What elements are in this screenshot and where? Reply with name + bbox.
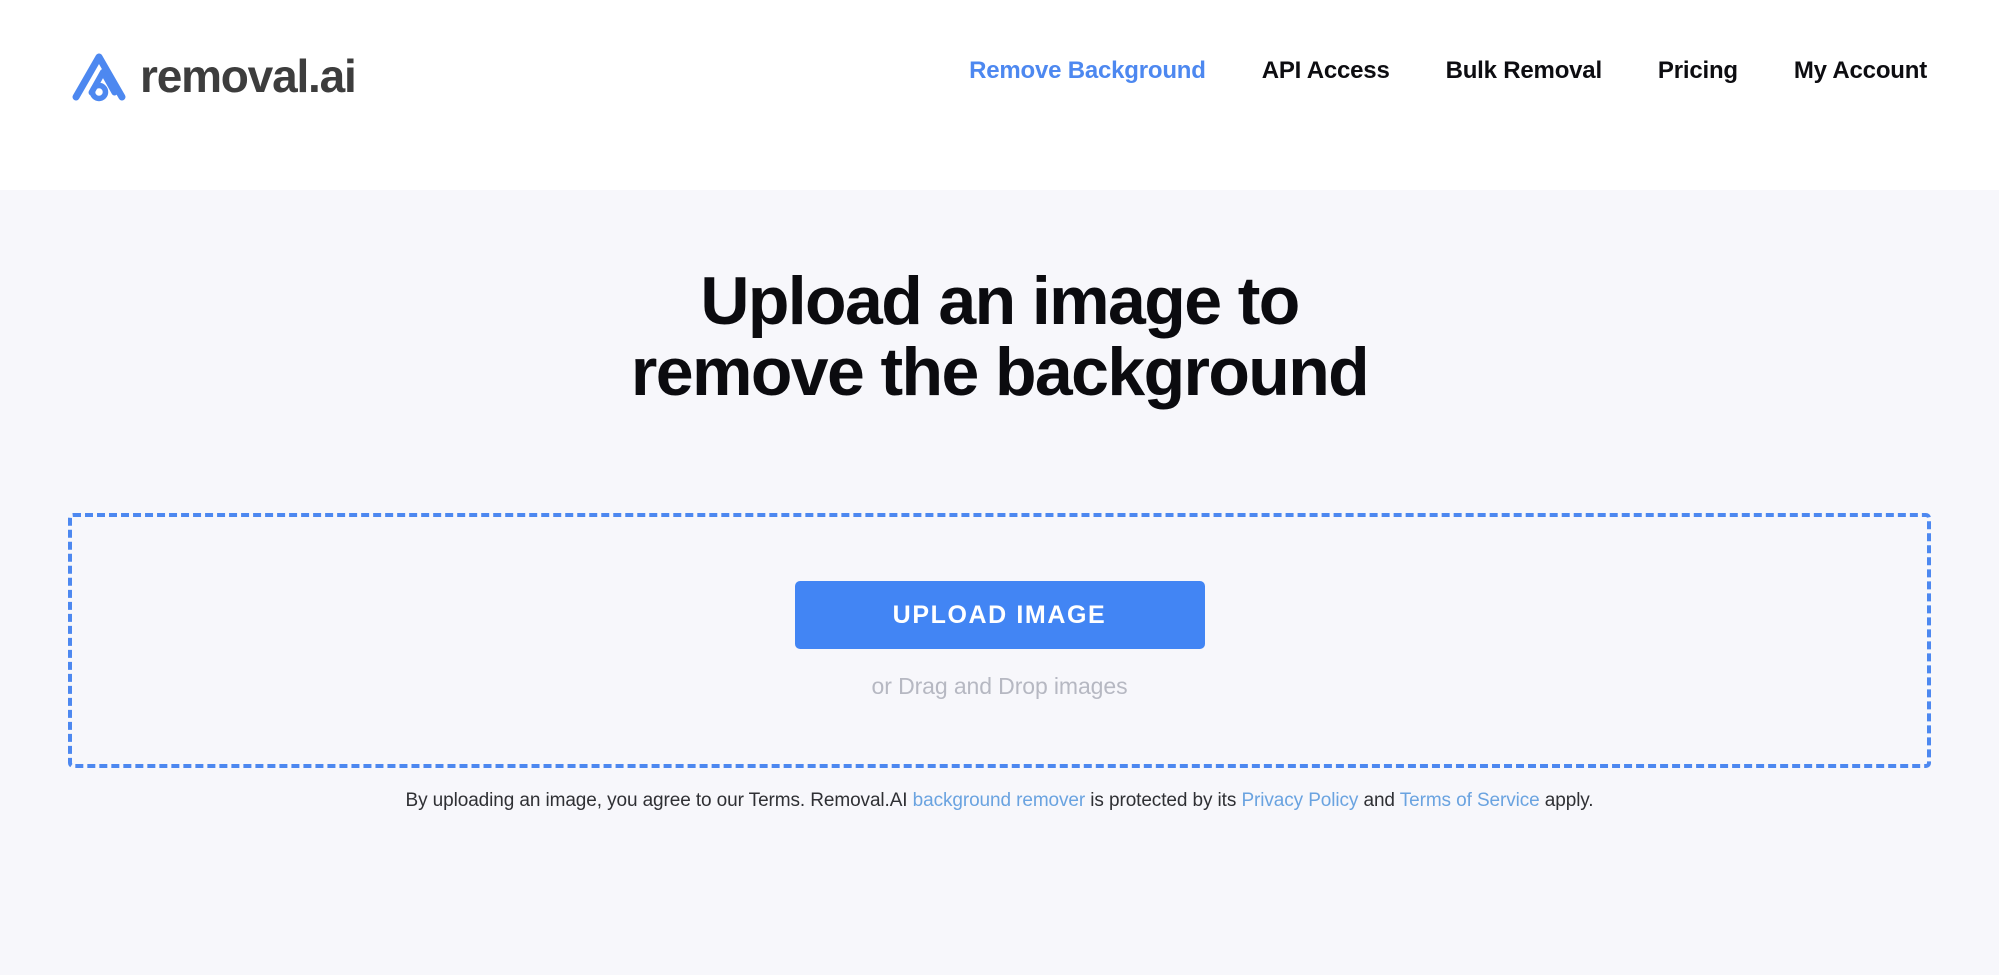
nav-item-pricing[interactable]: Pricing bbox=[1658, 57, 1738, 85]
brand-logo[interactable]: removal.ai bbox=[68, 45, 357, 107]
disclaimer-text-3: and bbox=[1358, 790, 1400, 812]
main-navigation: Remove Background API Access Bulk Remova… bbox=[969, 57, 1927, 85]
link-background-remover[interactable]: background remover bbox=[913, 790, 1086, 811]
nav-item-bulk-removal[interactable]: Bulk Removal bbox=[1446, 57, 1603, 85]
nav-item-remove-background[interactable]: Remove Background bbox=[969, 57, 1206, 85]
dropzone-hint-text: or Drag and Drop images bbox=[871, 673, 1128, 700]
nav-item-api-access[interactable]: API Access bbox=[1262, 57, 1390, 85]
removal-ai-triangle-logo-icon bbox=[72, 53, 126, 102]
link-privacy-policy[interactable]: Privacy Policy bbox=[1241, 790, 1358, 811]
page-title: Upload an image to remove the background bbox=[68, 190, 1931, 407]
brand-wordmark: removal.ai bbox=[140, 50, 357, 102]
hero-section: Upload an image to remove the background… bbox=[0, 190, 1999, 975]
image-dropzone[interactable]: UPLOAD IMAGE or Drag and Drop images bbox=[68, 513, 1931, 769]
disclaimer-text-1: By uploading an image, you agree to our … bbox=[405, 790, 913, 812]
upload-image-button[interactable]: UPLOAD IMAGE bbox=[794, 581, 1205, 650]
site-header: removal.ai Remove Background API Access … bbox=[0, 0, 1999, 190]
link-terms-of-service[interactable]: Terms of Service bbox=[1400, 790, 1540, 811]
page-title-line-2: remove the background bbox=[630, 333, 1370, 410]
nav-item-my-account[interactable]: My Account bbox=[1794, 57, 1927, 85]
page-title-line-1: Upload an image to bbox=[700, 263, 1300, 339]
upload-disclaimer: By uploading an image, you agree to our … bbox=[68, 790, 1931, 812]
disclaimer-text-2: is protected by its bbox=[1085, 790, 1242, 812]
disclaimer-text-4: apply. bbox=[1539, 790, 1594, 812]
